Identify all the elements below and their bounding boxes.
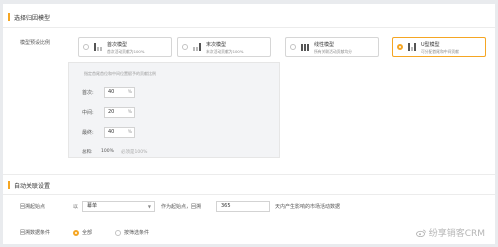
model-desc-linear: 所有关联活动贡献均分 (314, 49, 352, 54)
ratio-panel: 指定首尾首位和中间位置赋予的贡献比例 首次: 40 % 中间: 20 % 最终:… (68, 62, 280, 158)
total-note: 必须是100% (121, 150, 148, 155)
related-section-header: 自动关联设置 (8, 179, 50, 191)
condition-option-label: 按筛选条件 (124, 230, 150, 236)
bar-chart-first-icon (94, 43, 102, 51)
ratio-input-middle[interactable]: 20 % (104, 107, 135, 118)
ratio-input-first[interactable]: 40 % (104, 87, 135, 98)
model-radio-first[interactable] (83, 44, 89, 50)
chevron-down-icon: ▼ (147, 204, 151, 209)
ratio-unit-last: % (127, 130, 132, 135)
condition-option-label: 全部 (82, 230, 93, 236)
attribution-section-header: 选择归因模型 (8, 11, 50, 23)
lookback-days-value: 365 (221, 203, 231, 209)
total-label: 总和: (82, 150, 93, 155)
ratio-label-first: 首次: (82, 90, 94, 96)
model-card-linear[interactable]: 线性模型 所有关联活动贡献均分 (285, 37, 379, 57)
model-title-u: U型模型 (421, 42, 440, 48)
model-desc-last: 末次活动贡献为100% (206, 49, 244, 54)
ratio-label-last: 最终: (82, 130, 94, 136)
ratio-value-middle: 20 (108, 109, 115, 115)
section-divider (3, 194, 495, 195)
ratio-unit-middle: % (127, 110, 132, 115)
attribution-section-title: 选择归因模型 (14, 14, 51, 22)
lookback-prefix: 以 (73, 204, 79, 210)
lookback-middle: 作为起始点，回溯 (161, 204, 202, 210)
related-section-title: 自动关联设置 (14, 182, 51, 190)
radio-button[interactable] (115, 229, 121, 236)
watermark-text: 纷享销客CRM (428, 229, 485, 239)
model-radio-linear[interactable] (290, 44, 296, 50)
model-desc-u: 可分配首尾和中间贡献 (421, 49, 459, 54)
u-shape-icon (408, 43, 416, 51)
section-divider (3, 174, 495, 175)
total-value: 100% (101, 149, 114, 154)
bar-chart-last-icon (193, 43, 201, 51)
section-accent-bar (8, 13, 10, 21)
ratio-label: 模型预设比例 (20, 40, 51, 46)
watermark: 纷享销客CRM (415, 226, 485, 239)
ratio-input-last[interactable]: 40 % (104, 127, 135, 138)
lookback-suffix: 天内产生影响的市场活动数据 (275, 204, 341, 210)
weibo-logo-icon (415, 229, 426, 237)
ratio-label-middle: 中间: (82, 110, 94, 116)
model-desc-first: 首次活动贡献为100% (107, 49, 145, 54)
model-card-first[interactable]: 首次模型 首次活动贡献为100% (78, 37, 172, 57)
model-radio-u[interactable] (397, 44, 403, 50)
lookback-select-value: 幕单 (87, 203, 98, 209)
lookback-object-select[interactable]: 幕单 ▼ (82, 201, 155, 212)
section-accent-bar (8, 181, 10, 189)
settings-page: 选择归因模型 模型预设比例 首次模型 首次活动贡献为100% 末次模型 末次活动… (3, 4, 495, 244)
model-title-last: 末次模型 (206, 42, 227, 48)
ratio-value-first: 40 (108, 89, 115, 95)
radio-button[interactable] (73, 229, 79, 236)
condition-option-filter[interactable]: 按筛选条件 (115, 229, 149, 236)
bar-chart-linear-icon (301, 44, 309, 51)
model-radio-last[interactable] (182, 44, 188, 50)
ratio-hint: 指定首尾首位和中间位置赋予的贡献比例 (84, 71, 156, 76)
condition-label: 回溯数据条件 (20, 230, 51, 236)
ratio-value-last: 40 (108, 129, 115, 135)
lookback-days-input[interactable]: 365 (216, 201, 270, 212)
model-title-first: 首次模型 (107, 42, 128, 48)
ratio-unit-first: % (127, 90, 132, 95)
model-card-last[interactable]: 末次模型 末次活动贡献为100% (177, 37, 271, 57)
condition-option-all[interactable]: 全部 (73, 229, 92, 236)
model-title-linear: 线性模型 (314, 42, 335, 48)
section-divider (3, 27, 495, 28)
model-card-u[interactable]: U型模型 可分配首尾和中间贡献 (392, 37, 486, 57)
lookback-label: 回溯起始点 (20, 204, 46, 210)
